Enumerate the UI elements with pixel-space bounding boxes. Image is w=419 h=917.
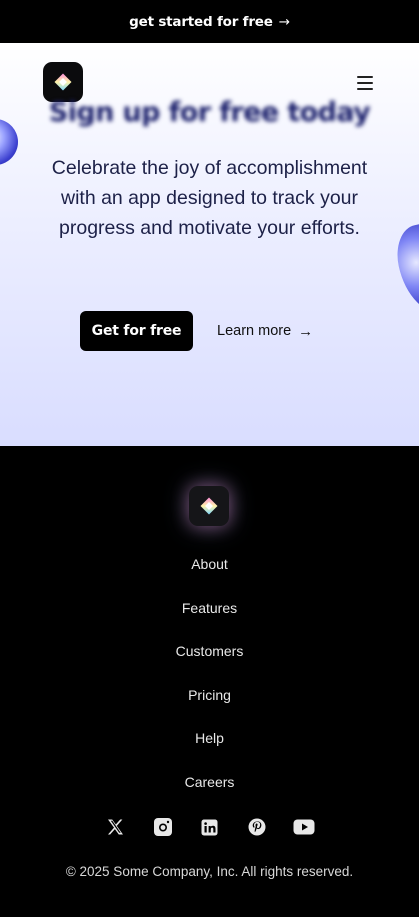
instagram-icon[interactable] bbox=[152, 816, 174, 838]
hero-subtitle: Celebrate the joy of accomplishment with… bbox=[51, 157, 368, 239]
learn-more-label: Learn more bbox=[217, 323, 292, 339]
youtube-icon[interactable] bbox=[293, 816, 315, 838]
arrow-right-icon: → bbox=[298, 322, 314, 340]
hero-title: Sign up for free today bbox=[48, 97, 371, 128]
arrow-right-icon: → bbox=[278, 13, 290, 30]
get-for-free-button[interactable]: Get for free bbox=[80, 311, 193, 351]
x-icon[interactable] bbox=[105, 816, 127, 838]
announcement-bar[interactable]: get started for free → bbox=[0, 0, 419, 43]
footer-link-help[interactable]: Help bbox=[0, 728, 419, 772]
logo-icon[interactable] bbox=[43, 62, 83, 102]
decorative-blob-right bbox=[391, 217, 419, 321]
learn-more-link[interactable]: Learn more → bbox=[217, 311, 313, 351]
pinterest-icon[interactable] bbox=[246, 816, 268, 838]
social-links bbox=[0, 816, 419, 838]
footer-logo-icon[interactable] bbox=[189, 486, 229, 526]
footer-link-customers[interactable]: Customers bbox=[0, 641, 419, 685]
hamburger-menu-icon[interactable] bbox=[357, 76, 373, 90]
announcement-text[interactable]: get started for free bbox=[129, 14, 273, 30]
hero-section: Sign up for free today Celebrate the joy… bbox=[0, 43, 419, 446]
footer-nav: About Features Customers Pricing Help Ca… bbox=[0, 554, 419, 816]
footer: About Features Customers Pricing Help Ca… bbox=[0, 446, 419, 917]
footer-link-careers[interactable]: Careers bbox=[0, 772, 419, 816]
footer-link-about[interactable]: About bbox=[0, 554, 419, 598]
copyright-text: © 2025 Some Company, Inc. All rights res… bbox=[65, 864, 354, 879]
linkedin-icon[interactable] bbox=[199, 816, 221, 838]
footer-link-features[interactable]: Features bbox=[0, 598, 419, 642]
footer-link-pricing[interactable]: Pricing bbox=[0, 685, 419, 729]
